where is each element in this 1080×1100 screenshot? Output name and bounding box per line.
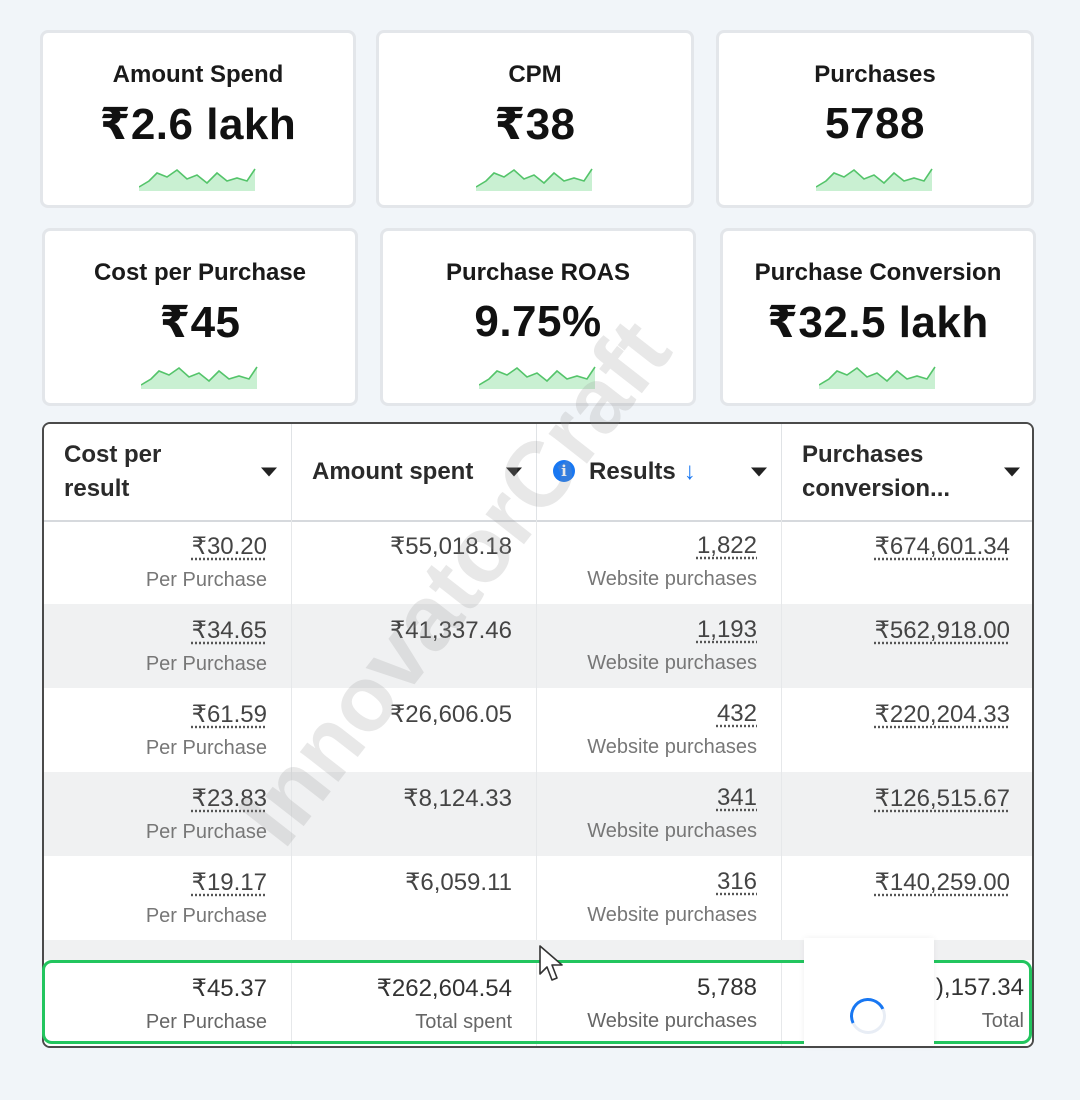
total-spent-sub: Total spent	[415, 1011, 512, 1033]
info-icon[interactable]: i	[553, 460, 575, 482]
table-row[interactable]: ₹61.59 Per Purchase ₹26,606.05 432 Website…	[44, 688, 1032, 772]
results-sub: Website purchases	[587, 904, 757, 926]
amount-spent-value: ₹6,059.11	[405, 869, 512, 896]
table-row[interactable]: ₹19.17 Per Purchase ₹6,059.11 316 Website …	[44, 856, 1032, 940]
caret-down-icon[interactable]	[1004, 467, 1020, 477]
kpi-value: ₹2.6 lakh	[99, 100, 297, 149]
amount-spent-value: ₹26,606.05	[389, 701, 512, 728]
caret-down-icon[interactable]	[751, 467, 767, 477]
kpi-card-cpm: CPM ₹38	[376, 30, 694, 208]
caret-down-icon[interactable]	[506, 467, 522, 477]
caret-down-icon[interactable]	[261, 467, 277, 477]
amount-spent-value: ₹55,018.18	[389, 533, 512, 560]
cost-per-result-sub: Per Purchase	[145, 821, 267, 843]
results-value[interactable]: 432	[537, 700, 757, 728]
table-row[interactable]: ₹30.20 Per Purchase ₹55,018.18 1,822 Websi…	[44, 520, 1032, 604]
results-sub: Website purchases	[587, 568, 757, 590]
results-sub: Website purchases	[587, 652, 757, 674]
kpi-title: Amount Spend	[112, 61, 284, 88]
cost-per-result-sub: Per Purchase	[145, 905, 267, 927]
total-results: 5,788	[696, 974, 757, 1001]
results-value[interactable]: 341	[537, 784, 757, 812]
sparkline-icon	[476, 168, 593, 191]
cost-per-result-value[interactable]: ₹23.83	[44, 784, 267, 813]
amount-spent-value: ₹41,337.46	[389, 617, 512, 644]
cost-per-result-sub: Per Purchase	[145, 653, 267, 675]
total-cost-sub: Per Purchase	[145, 1011, 267, 1033]
cost-per-result-value[interactable]: ₹34.65	[44, 616, 267, 645]
column-header-purchases-conversion[interactable]: Purchases conversion...	[782, 424, 1032, 520]
results-sub: Website purchases	[587, 820, 757, 842]
table-row[interactable]: ₹34.65 Per Purchase ₹41,337.46 1,193 Websi…	[44, 604, 1032, 688]
conversion-value[interactable]: ₹674,601.34	[782, 532, 1010, 561]
table-header: Cost per result Amount spent i Results ↓ P…	[44, 424, 1032, 522]
sparkline-icon	[141, 366, 258, 389]
conversion-value[interactable]: ₹562,918.00	[782, 616, 1010, 645]
cost-per-result-value[interactable]: ₹19.17	[44, 868, 267, 897]
cost-per-result-sub: Per Purchase	[145, 569, 267, 591]
results-sub: Website purchases	[587, 736, 757, 758]
sparkline-icon	[816, 168, 933, 191]
column-header-cost-per-result[interactable]: Cost per result	[44, 424, 292, 520]
column-header-label: Cost per result	[64, 441, 162, 502]
total-results-sub: Website purchases	[587, 1010, 757, 1032]
results-value[interactable]: 1,822	[537, 532, 757, 560]
table-row[interactable]: ₹23.83 Per Purchase ₹8,124.33 341 Website …	[44, 772, 1032, 856]
kpi-title: CPM	[508, 61, 562, 88]
kpi-title: Purchase ROAS	[445, 259, 631, 286]
kpi-card-purchase-conversion: Purchase Conversion ₹32.5 lakh	[720, 228, 1036, 406]
kpi-title: Cost per Purchase	[93, 259, 307, 286]
kpi-title: Purchase Conversion	[754, 259, 1002, 286]
kpi-card-purchases: Purchases 5788	[716, 30, 1034, 208]
loading-overlay	[804, 938, 934, 1046]
conversion-value[interactable]: ₹126,515.67	[782, 784, 1010, 813]
total-cost-per-result: ₹45.37	[191, 975, 267, 1002]
sparkline-icon	[819, 366, 936, 389]
column-header-label: Results	[589, 458, 676, 485]
mouse-pointer-icon	[539, 945, 563, 981]
kpi-value: ₹45	[159, 298, 241, 347]
column-header-label: Purchases conversion...	[802, 441, 951, 502]
total-amount-spent: ₹262,604.54	[376, 975, 512, 1002]
kpi-card-amount-spend: Amount Spend ₹2.6 lakh	[40, 30, 356, 208]
arrow-down-icon[interactable]: ↓	[684, 458, 696, 485]
results-value[interactable]: 1,193	[537, 616, 757, 644]
cost-per-result-value[interactable]: ₹30.20	[44, 532, 267, 561]
kpi-value: ₹38	[494, 100, 576, 149]
sparkline-icon	[479, 366, 596, 389]
conversion-value[interactable]: ₹140,259.00	[782, 868, 1010, 897]
column-header-results[interactable]: i Results ↓	[537, 424, 782, 520]
cost-per-result-value[interactable]: ₹61.59	[44, 700, 267, 729]
kpi-value: 9.75%	[474, 297, 602, 346]
column-header-amount-spent[interactable]: Amount spent	[292, 424, 537, 520]
conversion-value[interactable]: ₹220,204.33	[782, 700, 1010, 729]
kpi-value: 5788	[825, 99, 925, 148]
cost-per-result-sub: Per Purchase	[145, 737, 267, 759]
kpi-card-purchase-roas: Purchase ROAS 9.75%	[380, 228, 696, 406]
kpi-title: Purchases	[814, 61, 936, 88]
amount-spent-value: ₹8,124.33	[403, 785, 512, 812]
column-header-label: Amount spent	[312, 458, 474, 485]
spinner-icon	[844, 992, 892, 1040]
sparkline-icon	[139, 168, 256, 191]
kpi-card-cost-per-purchase: Cost per Purchase ₹45	[42, 228, 358, 406]
kpi-value: ₹32.5 lakh	[767, 298, 989, 347]
results-value[interactable]: 316	[537, 868, 757, 896]
